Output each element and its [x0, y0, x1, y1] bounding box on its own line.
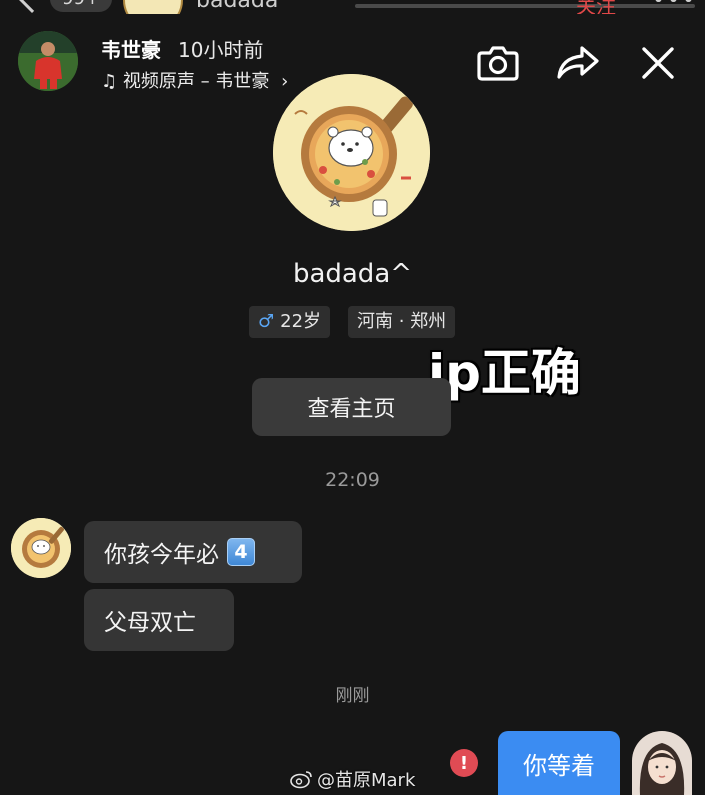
message-text: 你孩今年必	[104, 542, 219, 568]
timestamp: 22:09	[325, 469, 380, 491]
gender-age-chip: ♂ 22岁	[249, 306, 331, 338]
girl-photo-icon	[632, 731, 692, 795]
top-avatar[interactable]	[123, 0, 183, 14]
age-label: 22岁	[280, 311, 322, 332]
unread-badge: 99+	[50, 0, 112, 12]
message-text: 父母双亡	[104, 610, 196, 636]
follow-button[interactable]: 关注	[576, 0, 616, 14]
camera-icon[interactable]	[474, 39, 522, 87]
profile-username: badada^	[292, 259, 413, 289]
music-label: 视频原声 – 韦世豪	[122, 71, 270, 92]
poster-avatar[interactable]	[18, 31, 78, 91]
timestamp: 刚刚	[335, 686, 370, 706]
chevron-right-icon: ›	[281, 71, 289, 92]
watermark: @苗原Mark	[290, 766, 415, 792]
watermark-text: @苗原Mark	[317, 770, 416, 791]
share-icon[interactable]	[554, 39, 602, 87]
post-time: 10小时前	[178, 38, 264, 62]
progress-line	[355, 4, 695, 8]
send-failed-icon[interactable]: !	[450, 749, 478, 777]
my-avatar[interactable]	[632, 731, 692, 795]
bear-pizza-avatar-icon	[11, 518, 71, 578]
message-bubble[interactable]: 父母双亡	[84, 589, 234, 651]
message-bubble[interactable]: 你孩今年必 4	[84, 521, 302, 583]
close-icon[interactable]	[634, 39, 682, 87]
keycap-four-emoji-icon: 4	[227, 538, 255, 566]
more-icon[interactable]: •••	[652, 0, 697, 13]
poster-name[interactable]: 韦世豪	[101, 34, 161, 63]
top-strip: 99+ badada^ 关注 •••	[0, 0, 705, 14]
weibo-logo-icon	[290, 771, 312, 789]
sent-message-bubble[interactable]: 你等着	[498, 731, 620, 795]
back-chevron-icon[interactable]	[15, 0, 49, 13]
sender-avatar[interactable]	[11, 518, 71, 578]
view-profile-button[interactable]: 查看主页	[252, 378, 451, 436]
bear-pizza-illustration-icon	[273, 74, 430, 231]
top-username: badada^	[196, 0, 297, 13]
male-icon: ♂	[258, 311, 275, 332]
music-row[interactable]: ♫ 视频原声 – 韦世豪 ›	[101, 67, 288, 93]
profile-avatar[interactable]	[273, 74, 430, 231]
music-note-icon: ♫	[101, 71, 118, 92]
player-photo-icon	[18, 31, 78, 91]
